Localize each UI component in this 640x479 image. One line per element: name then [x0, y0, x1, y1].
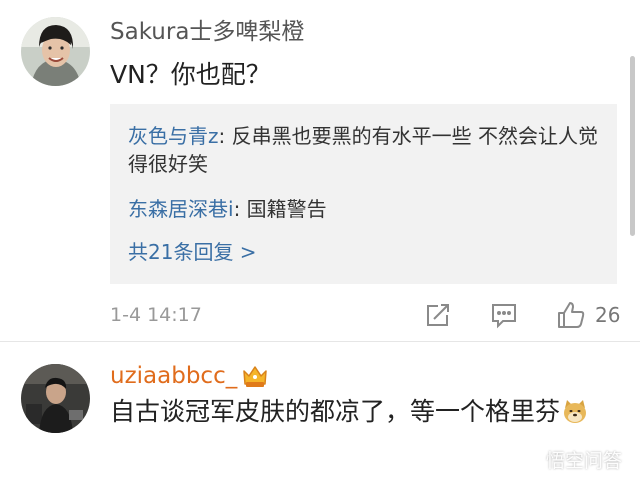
comment-icon[interactable] — [489, 300, 519, 330]
reply-separator: : — [218, 124, 232, 148]
more-replies-link[interactable]: 共21条回复 > — [128, 238, 257, 266]
reply-separator: : — [233, 197, 247, 221]
watermark-logo-icon — [518, 447, 542, 471]
reply-author[interactable]: 东森居深巷i — [128, 197, 234, 221]
avatar[interactable] — [21, 364, 90, 433]
reply-text: 国籍警告 — [246, 197, 327, 221]
comment-text: 自古谈冠军皮肤的都凉了，等一个格里芬 — [110, 394, 610, 434]
replies-box[interactable]: 灰色与青z: 反串黑也要黑的有水平一些 不然会让人觉得很好笑 东森居深巷i: 国… — [110, 104, 617, 284]
comment-text-content: 自古谈冠军皮肤的都凉了，等一个格里芬 — [110, 397, 561, 426]
divider — [0, 341, 640, 342]
comment-username[interactable]: uziaabbcc_ — [110, 361, 237, 391]
comment-thread: Sakura士多啤梨橙 VN？你也配？ 灰色与青z: 反串黑也要黑的有水平一些 … — [0, 0, 640, 479]
watermark-text: 悟空问答 — [546, 449, 623, 472]
comment-timestamp: 1-4 14:17 — [110, 304, 202, 326]
comment-username[interactable]: Sakura士多啤梨橙 — [110, 17, 304, 47]
crown-badge-icon — [241, 363, 269, 389]
doge-emoji-icon — [562, 398, 588, 434]
share-icon[interactable] — [423, 300, 453, 330]
reply-author[interactable]: 灰色与青z — [128, 124, 219, 148]
like-icon[interactable] — [556, 300, 586, 330]
scrollbar[interactable] — [630, 56, 635, 236]
watermark: 悟空问答 — [518, 444, 622, 474]
comment-text: VN？你也配？ — [110, 60, 271, 89]
avatar[interactable] — [21, 17, 90, 86]
like-count: 26 — [595, 303, 621, 327]
reply-item[interactable]: 东森居深巷i: 国籍警告 — [128, 195, 603, 223]
reply-item[interactable]: 灰色与青z: 反串黑也要黑的有水平一些 不然会让人觉得很好笑 — [128, 122, 603, 178]
